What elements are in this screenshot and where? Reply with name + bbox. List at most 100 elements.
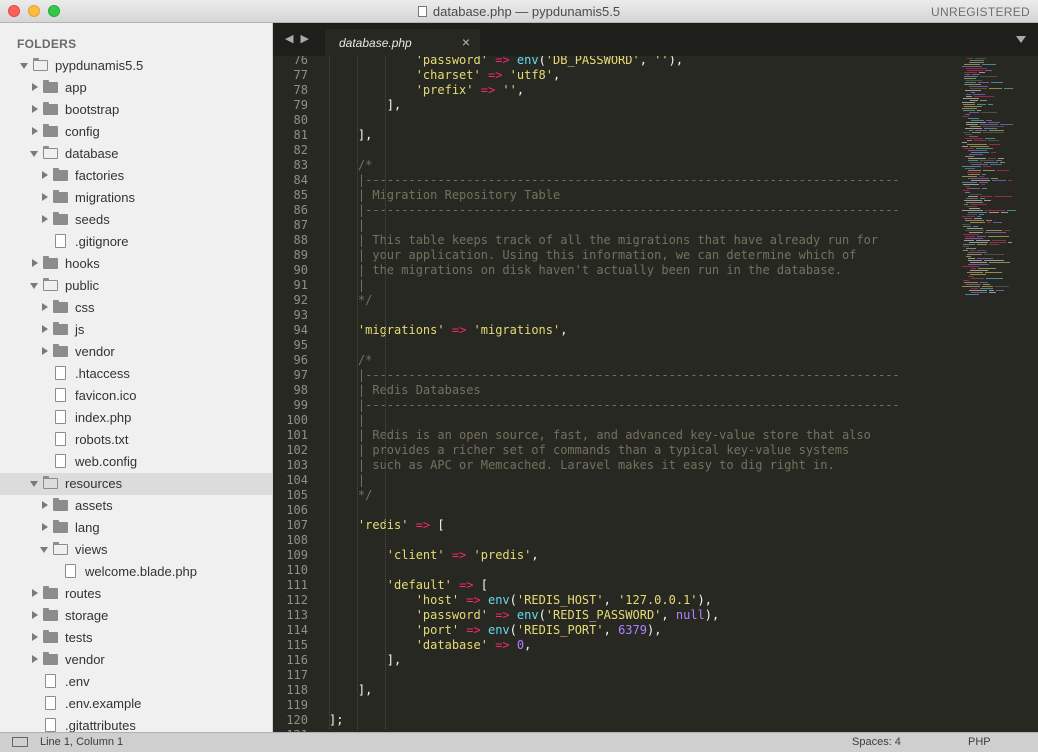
disclosure-closed-icon[interactable] — [42, 171, 48, 179]
minimap-stroke — [966, 202, 983, 203]
code-text: 'migrations' => 'migrations', — [329, 323, 568, 338]
disclosure-open-icon[interactable] — [40, 547, 48, 553]
disclosure-closed-icon[interactable] — [32, 127, 38, 135]
folder-item[interactable]: css — [0, 297, 272, 319]
minimap-stroke — [969, 162, 982, 163]
disclosure-open-icon[interactable] — [20, 63, 28, 69]
file-item[interactable]: .gitignore — [0, 231, 272, 253]
minimap-stroke — [963, 132, 970, 133]
code-text: ], — [329, 98, 401, 113]
line-number: 98 — [293, 383, 308, 397]
folder-item[interactable]: hooks — [0, 253, 272, 275]
code-text: 'default' => [ — [329, 578, 488, 593]
minimap[interactable] — [958, 56, 1038, 732]
line-number: 114 — [286, 623, 308, 637]
code-token: 'REDIS_PASSWORD' — [545, 608, 662, 622]
close-tab-icon[interactable]: × — [462, 34, 470, 50]
syntax-selector[interactable]: PHP — [968, 736, 991, 748]
minimap-stroke — [969, 86, 988, 87]
disclosure-open-icon[interactable] — [30, 151, 38, 157]
minimap-stroke — [979, 72, 985, 73]
disclosure-closed-icon[interactable] — [42, 501, 48, 509]
folder-item[interactable]: bootstrap — [0, 99, 272, 121]
minimap-stroke — [990, 242, 1006, 243]
folder-item[interactable]: pypdunamis5.5 — [0, 55, 272, 77]
folder-item[interactable]: assets — [0, 495, 272, 517]
folder-item[interactable]: public — [0, 275, 272, 297]
code-token: ( — [538, 56, 546, 67]
disclosure-closed-icon[interactable] — [42, 347, 48, 355]
code-line: 109 'client' => 'predis', — [273, 548, 953, 563]
code-token: , — [553, 68, 561, 82]
file-item[interactable]: .htaccess — [0, 363, 272, 385]
folder-item[interactable]: migrations — [0, 187, 272, 209]
disclosure-open-icon[interactable] — [30, 481, 38, 487]
code-line: 108 — [273, 533, 953, 548]
panel-toggle-icon[interactable] — [12, 737, 28, 747]
folder-item[interactable]: database — [0, 143, 272, 165]
indentation-setting[interactable]: Spaces: 4 — [852, 736, 901, 748]
code-line: 80 — [273, 113, 953, 128]
code-editor[interactable]: 76 'password' => env('DB_PASSWORD', ''),… — [273, 56, 1038, 732]
disclosure-open-icon[interactable] — [30, 283, 38, 289]
file-item[interactable]: favicon.ico — [0, 385, 272, 407]
minimap-stroke — [977, 216, 981, 217]
disclosure-closed-icon[interactable] — [32, 589, 38, 597]
code-line: 113 'password' => env('REDIS_PASSWORD', … — [273, 608, 953, 623]
minimap-stroke — [980, 196, 992, 197]
folder-item[interactable]: seeds — [0, 209, 272, 231]
disclosure-closed-icon[interactable] — [32, 259, 38, 267]
folder-item[interactable]: config — [0, 121, 272, 143]
disclosure-closed-icon[interactable] — [42, 193, 48, 201]
tab-database-php[interactable]: database.php × — [325, 29, 480, 56]
file-item[interactable]: .gitattributes — [0, 715, 272, 732]
disclosure-closed-icon[interactable] — [32, 611, 38, 619]
disclosure-closed-icon[interactable] — [32, 655, 38, 663]
folder-item[interactable]: app — [0, 77, 272, 99]
line-number: 92 — [293, 293, 308, 307]
disclosure-closed-icon[interactable] — [42, 325, 48, 333]
folder-item[interactable]: js — [0, 319, 272, 341]
tab-menu-dropdown-icon[interactable] — [1016, 36, 1026, 43]
code-token: ], — [329, 98, 402, 112]
code-line: 88 | This table keeps track of all the m… — [273, 233, 953, 248]
disclosure-closed-icon[interactable] — [42, 215, 48, 223]
folder-item[interactable]: vendor — [0, 341, 272, 363]
minimap-stroke — [969, 232, 983, 233]
folder-item[interactable]: vendor — [0, 649, 272, 671]
file-item[interactable]: web.config — [0, 451, 272, 473]
folder-item[interactable]: storage — [0, 605, 272, 627]
tree-item-label: vendor — [75, 344, 115, 359]
folder-item[interactable]: tests — [0, 627, 272, 649]
folder-item[interactable]: routes — [0, 583, 272, 605]
file-item[interactable]: .env.example — [0, 693, 272, 715]
folder-item[interactable]: factories — [0, 165, 272, 187]
minimap-stroke — [966, 198, 978, 199]
minimap-stroke — [963, 250, 968, 251]
disclosure-closed-icon[interactable] — [32, 83, 38, 91]
line-number: 77 — [293, 68, 308, 82]
disclosure-closed-icon[interactable] — [32, 105, 38, 113]
disclosure-closed-icon[interactable] — [42, 523, 48, 531]
disclosure-closed-icon[interactable] — [32, 633, 38, 641]
minimap-stroke — [983, 132, 1004, 133]
file-item[interactable]: robots.txt — [0, 429, 272, 451]
disclosure-closed-icon[interactable] — [42, 303, 48, 311]
code-text: | the migrations on disk haven't actuall… — [329, 263, 842, 278]
minimap-stroke — [991, 152, 996, 153]
minimap-stroke — [996, 160, 1002, 161]
code-token: , — [516, 83, 525, 97]
minimap-stroke — [976, 240, 990, 241]
file-item[interactable]: .env — [0, 671, 272, 693]
folder-item[interactable]: lang — [0, 517, 272, 539]
folder-item[interactable]: views — [0, 539, 272, 561]
code-token: '' — [654, 56, 669, 67]
tab-nav-arrows[interactable]: ◀ ▶ — [285, 32, 311, 45]
file-item[interactable]: index.php — [0, 407, 272, 429]
file-item[interactable]: welcome.blade.php — [0, 561, 272, 583]
code-token: , — [524, 638, 532, 652]
folder-item[interactable]: resources — [0, 473, 272, 495]
